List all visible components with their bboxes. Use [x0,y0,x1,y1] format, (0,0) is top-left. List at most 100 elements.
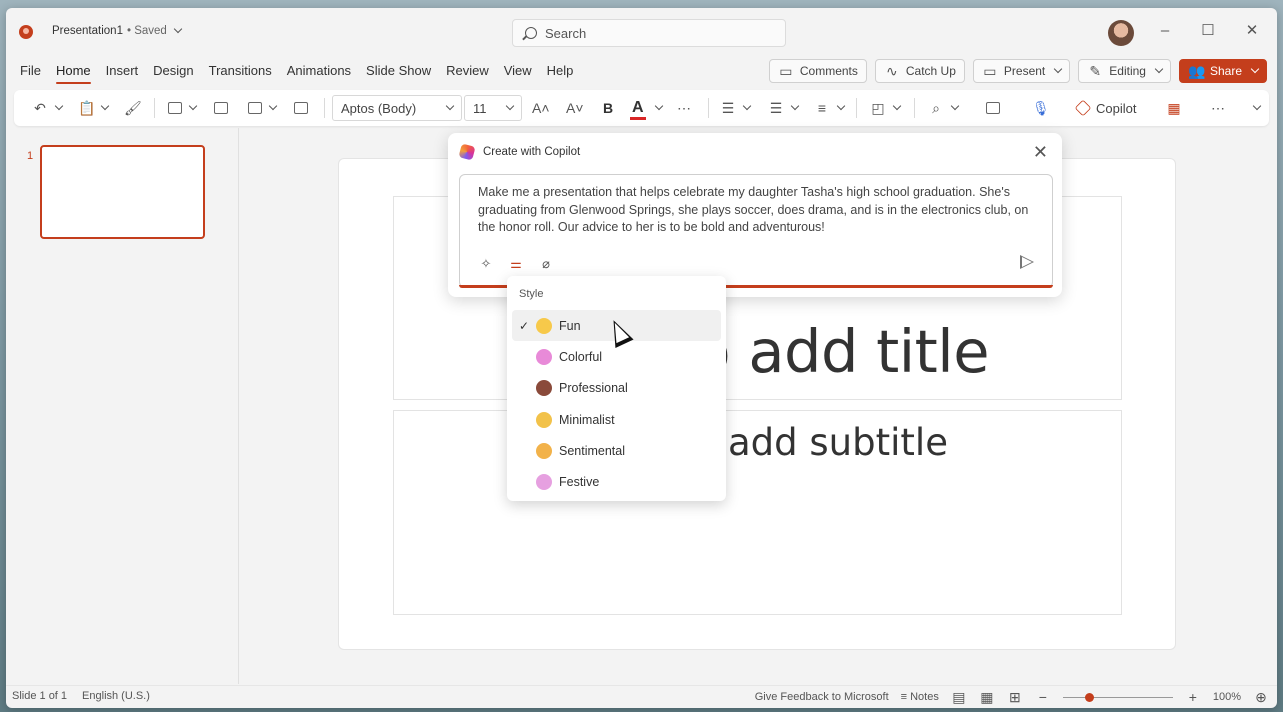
pulse-icon: ∿ [886,63,898,79]
share-button[interactable]: 👥 Share [1178,59,1267,83]
present-button[interactable]: ▭ Present [972,59,1071,83]
copilot-prompt-input[interactable]: Make me a presentation that helps celebr… [459,174,1053,288]
style-menu-heading: Style [519,288,544,300]
reuse-slides-button[interactable] [214,99,228,117]
menu-bar: File Home Insert Design Transitions Anim… [6,58,1277,88]
style-option-minimalist[interactable]: Minimalist [512,404,721,435]
tab-insert[interactable]: Insert [106,63,139,78]
tab-slide-show[interactable]: Slide Show [366,63,431,78]
chevron-down-icon [742,101,752,111]
find-button[interactable]: ⌕ [928,99,960,117]
style-option-festive[interactable]: Festive [512,466,721,497]
zoom-out-icon[interactable]: − [1035,689,1051,705]
font-color-button[interactable]: A [630,99,663,120]
collapse-ribbon-button[interactable] [1250,99,1262,117]
send-icon[interactable] [1020,255,1034,269]
zoom-slider-thumb[interactable] [1084,692,1094,702]
copilot-button[interactable]: Copilot [1074,98,1136,118]
party-popper-icon [536,474,552,491]
comment-icon: ▭ [779,63,793,79]
numbering-button[interactable]: ☰ [768,99,800,117]
avatar[interactable] [1108,20,1134,46]
style-option-professional[interactable]: Professional [512,373,721,404]
new-slide-button[interactable] [168,99,198,117]
shapes-button[interactable]: ◰ [870,99,902,117]
background-button[interactable] [294,99,308,117]
slide-sorter-icon[interactable]: ▦ [979,689,995,705]
more-options-button[interactable]: ⋯ [1210,99,1226,117]
document-name: Presentation1 [52,25,123,37]
document-title[interactable]: Presentation1 • Saved [52,24,183,37]
language-indicator[interactable]: English (U.S.) [82,690,150,702]
microphone-icon: 🎙 [1032,100,1050,116]
monitor-icon: ▭ [983,63,997,79]
close-icon[interactable]: ✕ [1033,143,1048,161]
maximize-icon[interactable]: ☐ [1199,22,1217,40]
bold-button[interactable]: B [600,99,616,117]
tab-design[interactable]: Design [153,63,193,78]
add-ins-button[interactable]: ▦ [1166,99,1182,117]
zoom-in-icon[interactable]: + [1185,689,1201,705]
dictate-button[interactable]: 🎙 [1032,99,1050,117]
slide-thumbnail[interactable] [40,145,205,239]
shapes-icon: ◰ [871,100,885,116]
tab-help[interactable]: Help [547,63,574,78]
notes-button[interactable]: ≡ Notes [901,691,939,703]
tab-review[interactable]: Review [446,63,489,78]
bullet-list-icon: ☰ [721,100,735,116]
chevron-down-icon [892,101,902,111]
search-input[interactable]: Search [512,19,786,47]
undo-button[interactable]: ↶ [32,99,64,117]
attach-icon[interactable]: ⌀ [538,256,554,272]
minimize-icon[interactable]: – [1156,22,1174,40]
reuse-slides-icon [214,102,228,114]
style-option-label: Professional [559,381,628,396]
comments-label: Comments [799,64,858,78]
reading-view-icon[interactable]: ⊞ [1007,689,1023,705]
tab-home[interactable]: Home [55,63,91,84]
feedback-link[interactable]: Give Feedback to Microsoft [755,691,889,703]
chevron-down-icon [1252,101,1262,111]
layout-button[interactable] [248,99,278,117]
paste-button[interactable]: 📋 [78,99,110,117]
chevron-down-icon [100,101,110,111]
fit-to-window-icon[interactable]: ⊕ [1253,689,1269,705]
ribbon-divider [324,98,325,118]
style-settings-icon[interactable]: ⚌ [508,256,524,272]
font-size-dropdown[interactable]: 11 [464,95,522,121]
tab-animations[interactable]: Animations [287,63,351,78]
font-name-dropdown[interactable]: Aptos (Body) [332,95,462,121]
style-option-sentimental[interactable]: Sentimental [512,435,721,466]
catch-up-button[interactable]: ∿ Catch Up [874,59,965,83]
chevron-down-icon [790,101,800,111]
tab-view[interactable]: View [504,63,532,78]
designer-button[interactable] [986,99,1000,117]
sparkle-icon[interactable]: ✧ [478,256,494,272]
align-button[interactable]: ≡ [814,99,846,117]
catch-up-label: Catch Up [905,64,956,78]
shrink-font-button[interactable]: A˅ [566,99,584,117]
present-label: Present [1003,64,1046,78]
tab-transitions[interactable]: Transitions [209,63,272,78]
subtitle-placeholder[interactable]: add subtitle [393,410,1122,615]
chevron-down-icon [54,101,64,111]
zoom-slider[interactable] [1062,692,1173,702]
editing-mode-button[interactable]: ✎ Editing [1078,59,1171,83]
copilot-prompt-text: Make me a presentation that helps celebr… [478,185,1029,234]
tab-file[interactable]: File [20,63,41,78]
grow-font-button[interactable]: A˄ [532,99,550,117]
normal-view-icon[interactable]: ▤ [951,689,967,705]
format-painter-button[interactable]: 🖌 [124,99,142,117]
notes-label: Notes [910,691,939,703]
notes-icon: ≡ [900,691,911,703]
comments-button[interactable]: ▭ Comments [768,59,867,83]
bullets-button[interactable]: ☰ [720,99,752,117]
close-window-icon[interactable]: ✕ [1243,22,1261,40]
chevron-down-icon [836,101,846,111]
background-icon [294,102,308,114]
zoom-level[interactable]: 100% [1213,691,1241,703]
chevron-down-icon [505,101,515,111]
more-font-options-button[interactable]: ⋯ [676,99,692,117]
chevron-down-icon [173,24,183,34]
slide-thumbnails-pane: 1 [6,128,239,684]
